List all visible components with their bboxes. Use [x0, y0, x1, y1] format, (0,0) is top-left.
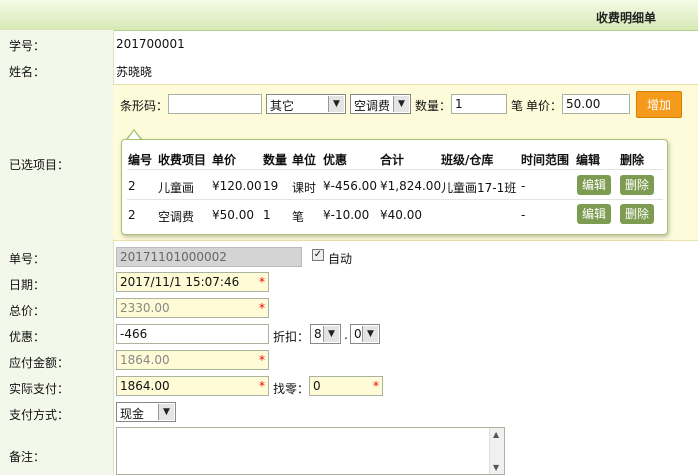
- rate-dec-value: 0: [354, 327, 362, 341]
- unit-label: 笔: [511, 99, 524, 113]
- paid-input[interactable]: 1864.00 *: [116, 376, 269, 396]
- col-header-qty: 数量: [263, 153, 288, 167]
- cell-item: 儿童画: [158, 181, 195, 195]
- required-mark: *: [259, 379, 265, 393]
- delete-button[interactable]: 删除: [620, 204, 654, 224]
- col-header-item: 收费项目: [158, 153, 207, 167]
- col-header-class: 班级/仓库: [441, 153, 494, 167]
- required-mark: *: [259, 301, 265, 315]
- quantity-label: 数量：: [415, 99, 452, 113]
- col-header-edit: 编辑: [576, 153, 601, 167]
- discount-input[interactable]: -466: [116, 324, 269, 344]
- student-id-value: 201700001: [116, 37, 185, 51]
- name-label: 姓名：: [9, 65, 46, 79]
- cell-class: 儿童画17-1班: [441, 181, 517, 195]
- rate-int-value: 8: [314, 327, 322, 341]
- scroll-down-icon[interactable]: ▼: [493, 463, 499, 472]
- barcode-label: 条形码：: [120, 99, 169, 113]
- rate-dec-select[interactable]: 0 ▼: [350, 324, 380, 344]
- quantity-input[interactable]: 1: [451, 94, 507, 114]
- price-label: 单价：: [526, 99, 563, 113]
- required-mark: *: [373, 379, 379, 393]
- payable-label: 应付金额：: [9, 356, 70, 370]
- edit-button[interactable]: 编辑: [577, 175, 611, 195]
- note-textarea[interactable]: ▲ ▼: [116, 427, 505, 475]
- col-header-discount: 优惠: [323, 153, 348, 167]
- add-button[interactable]: 增加: [636, 91, 682, 118]
- col-header-unit: 单位: [292, 153, 317, 167]
- page-title: 收费明细单: [595, 11, 656, 25]
- total-label: 总价：: [9, 304, 46, 318]
- change-input[interactable]: 0 *: [309, 376, 383, 396]
- name-value: 苏晓晓: [116, 65, 153, 79]
- rate-label: 折扣：: [273, 330, 310, 344]
- cell-qty: 19: [263, 179, 279, 193]
- window-header: 收费明细单: [0, 0, 698, 31]
- date-value: 2017/11/1 15:07:46: [120, 275, 240, 289]
- paid-label: 实际支付：: [9, 382, 70, 396]
- rate-dot: .: [344, 328, 348, 342]
- cell-price: ¥50.00: [212, 208, 254, 222]
- order-no-input: 20171101000002: [116, 247, 302, 267]
- col-header-price: 单价: [212, 153, 237, 167]
- item-value: 空调费: [354, 99, 391, 113]
- date-label: 日期：: [9, 278, 46, 292]
- auto-checkbox[interactable]: ✓: [312, 249, 324, 261]
- chevron-down-icon: ▼: [362, 326, 378, 342]
- chevron-down-icon: ▼: [323, 326, 339, 342]
- cell-time: -: [521, 179, 526, 193]
- col-header-delete: 删除: [620, 153, 645, 167]
- col-header-id: 编号: [128, 153, 153, 167]
- note-label: 备注：: [9, 450, 46, 464]
- cell-unit: 课时: [292, 181, 317, 195]
- category-value: 其它: [270, 99, 295, 113]
- textarea-scrollbar[interactable]: ▲ ▼: [489, 428, 504, 474]
- payable-value: 1864.00: [120, 353, 170, 367]
- scroll-up-icon[interactable]: ▲: [493, 430, 499, 439]
- total-value: 2330.00: [120, 301, 170, 315]
- price-input[interactable]: 50.00: [562, 94, 630, 114]
- col-header-time: 时间范围: [521, 153, 570, 167]
- payable-input: 1864.00 *: [116, 350, 269, 370]
- required-mark: *: [259, 353, 265, 367]
- cell-qty: 1: [263, 208, 271, 222]
- item-select[interactable]: 空调费 ▼: [350, 94, 411, 114]
- change-value: 0: [313, 379, 321, 393]
- cell-price: ¥120.00: [212, 179, 262, 193]
- paid-value: 1864.00: [120, 379, 170, 393]
- cell-unit: 笔: [292, 210, 305, 224]
- chevron-down-icon: ▼: [393, 96, 409, 112]
- change-label: 找零：: [273, 382, 310, 396]
- cell-total: ¥40.00: [380, 208, 422, 222]
- selected-items-label: 已选项目：: [9, 158, 70, 172]
- cell-time: -: [521, 208, 526, 222]
- discount-label: 优惠：: [9, 330, 46, 344]
- row-divider: [127, 199, 663, 200]
- cell-total: ¥1,824.00: [380, 179, 442, 193]
- total-input: 2330.00 *: [116, 298, 269, 318]
- order-no-label: 单号：: [9, 252, 46, 266]
- auto-label: 自动: [328, 252, 353, 266]
- chevron-down-icon: ▼: [158, 404, 174, 420]
- cell-id: 2: [128, 179, 136, 193]
- delete-button[interactable]: 删除: [620, 175, 654, 195]
- row-divider: [127, 169, 663, 170]
- barcode-input[interactable]: [168, 94, 262, 114]
- cell-id: 2: [128, 208, 136, 222]
- cell-discount: ¥-10.00: [323, 208, 370, 222]
- rate-int-select[interactable]: 8 ▼: [310, 324, 341, 344]
- category-select[interactable]: 其它 ▼: [266, 94, 346, 114]
- student-id-label: 学号：: [9, 39, 46, 53]
- payment-method-label: 支付方式：: [9, 408, 70, 422]
- payment-method-value: 现金: [120, 407, 145, 421]
- cell-item: 空调费: [158, 210, 195, 224]
- chevron-down-icon: ▼: [328, 96, 344, 112]
- payment-method-select[interactable]: 现金 ▼: [116, 402, 176, 422]
- date-input[interactable]: 2017/11/1 15:07:46 *: [116, 272, 269, 292]
- popup-arrow-inner: [128, 131, 140, 139]
- required-mark: *: [259, 275, 265, 289]
- cell-discount: ¥-456.00: [323, 179, 377, 193]
- edit-button[interactable]: 编辑: [577, 204, 611, 224]
- col-header-total: 合计: [380, 153, 405, 167]
